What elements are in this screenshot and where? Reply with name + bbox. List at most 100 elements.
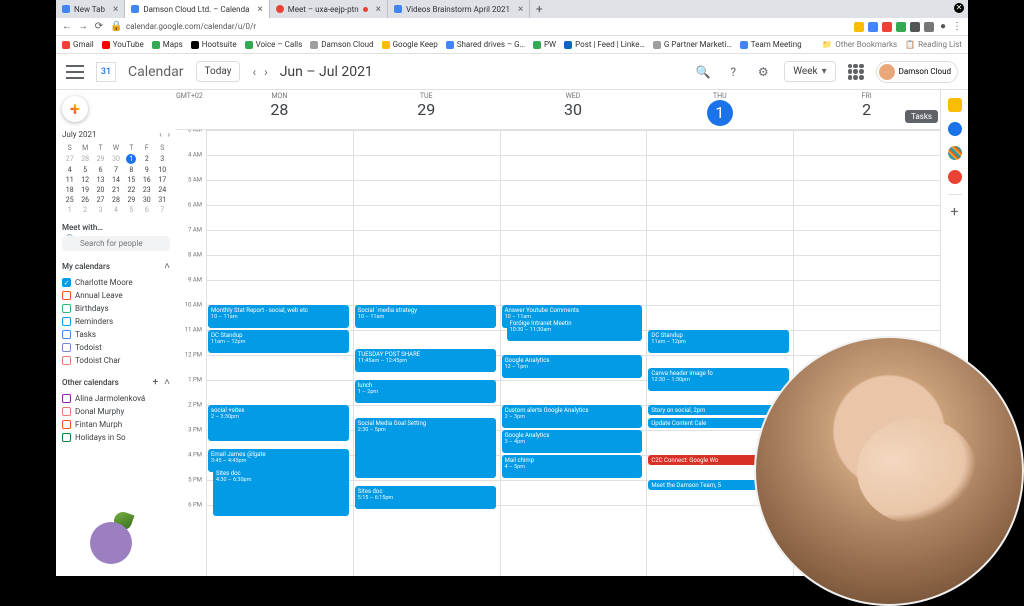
maps-icon[interactable]: [948, 170, 962, 184]
day-column[interactable]: Monthly Stat Report - social, web etc10 …: [206, 130, 353, 576]
mini-day[interactable]: 19: [77, 185, 92, 195]
mini-day[interactable]: 6: [139, 205, 154, 215]
calendar-item[interactable]: Reminders: [62, 315, 170, 328]
mini-day[interactable]: 9: [139, 165, 154, 175]
bookmark-item[interactable]: Maps: [152, 40, 183, 49]
add-calendar-icon[interactable]: +: [153, 377, 159, 388]
calendar-event[interactable]: Sites doc5:15 – 6:15pm: [355, 486, 496, 509]
browser-tab[interactable]: Damson Cloud Ltd. – Calenda×: [125, 0, 269, 18]
other-bookmarks[interactable]: 📁Other Bookmarks: [822, 40, 897, 49]
calendar-event[interactable]: social +sites2 – 3:30pm: [208, 405, 349, 441]
checkbox-icon[interactable]: [62, 291, 71, 300]
create-button[interactable]: +: [62, 96, 88, 122]
browser-tab[interactable]: Videos Brainstorm April 2021×: [388, 0, 530, 18]
mini-day[interactable]: 25: [62, 195, 77, 205]
bookmark-item[interactable]: PW: [533, 40, 556, 49]
checkbox-icon[interactable]: [62, 420, 71, 429]
checkbox-icon[interactable]: [62, 433, 71, 442]
mini-day[interactable]: 11: [62, 175, 77, 185]
calendar-item[interactable]: Todoist: [62, 341, 170, 354]
mini-day[interactable]: 7: [155, 205, 170, 215]
mini-day[interactable]: 1: [62, 205, 77, 215]
browser-tab[interactable]: New Tab×: [56, 0, 125, 18]
checkbox-icon[interactable]: [62, 278, 71, 287]
mini-day[interactable]: 7: [108, 165, 123, 175]
calendar-item[interactable]: Annual Leave: [62, 289, 170, 302]
checkbox-icon[interactable]: [62, 356, 71, 365]
mini-day[interactable]: 27: [62, 153, 77, 165]
bookmark-item[interactable]: Gmail: [62, 40, 94, 49]
calendar-event[interactable]: TUESDAY POST SHARE11:45am – 12:45pm: [355, 349, 496, 372]
bookmark-item[interactable]: Post | Feed | Linke…: [564, 40, 645, 49]
day-column[interactable]: Social `media strategy10 – 11amTUESDAY P…: [353, 130, 500, 576]
mini-day[interactable]: 12: [77, 175, 92, 185]
mini-day[interactable]: 30: [139, 195, 154, 205]
mini-day[interactable]: 2: [139, 153, 154, 165]
new-tab-button[interactable]: +: [530, 2, 548, 16]
bookmark-item[interactable]: G Partner Marketi…: [653, 40, 732, 49]
support-icon[interactable]: ?: [724, 65, 742, 79]
add-addon-icon[interactable]: +: [948, 205, 962, 219]
checkbox-icon[interactable]: [62, 330, 71, 339]
bookmark-item[interactable]: Voice – Calls: [245, 40, 303, 49]
calendar-event[interactable]: Canva header image fo12:30 – 1:30pm: [648, 368, 789, 391]
calendar-item[interactable]: Tasks: [62, 328, 170, 341]
reading-list[interactable]: 📋Reading List: [905, 40, 962, 49]
mini-day[interactable]: 4: [62, 165, 77, 175]
url-text[interactable]: calendar.google.com/calendar/u/0/r: [126, 22, 848, 31]
prev-period-icon[interactable]: ‹: [252, 65, 256, 79]
mini-day[interactable]: 28: [77, 153, 92, 165]
bookmark-item[interactable]: YouTube: [102, 40, 144, 49]
keep-icon[interactable]: [948, 98, 962, 112]
mini-day[interactable]: 4: [108, 205, 123, 215]
view-selector[interactable]: Week ▾: [784, 61, 835, 82]
checkbox-icon[interactable]: [62, 394, 71, 403]
calendar-item[interactable]: Charlotte Moore: [62, 276, 170, 289]
mini-day[interactable]: 13: [93, 175, 108, 185]
tab-close-icon[interactable]: ×: [518, 4, 523, 15]
calendar-item[interactable]: Todoist Char: [62, 354, 170, 367]
search-icon[interactable]: 🔍: [694, 65, 712, 79]
mini-day[interactable]: 29: [124, 195, 139, 205]
mini-calendar[interactable]: SMTWTFS272829301234567891011121314151617…: [62, 143, 170, 215]
mini-day[interactable]: 5: [77, 165, 92, 175]
mini-day[interactable]: 3: [93, 205, 108, 215]
forward-icon[interactable]: →: [78, 21, 88, 32]
mini-day[interactable]: 5: [124, 205, 139, 215]
ext-icon[interactable]: [910, 22, 920, 32]
mini-day[interactable]: 21: [108, 185, 123, 195]
mini-day[interactable]: 28: [108, 195, 123, 205]
next-period-icon[interactable]: ›: [264, 65, 268, 79]
search-people-input[interactable]: [62, 236, 170, 251]
today-button[interactable]: Today: [196, 61, 241, 82]
back-icon[interactable]: ←: [62, 21, 72, 32]
calendar-event[interactable]: Google Analytics12 – 1pm: [502, 355, 643, 378]
bookmark-item[interactable]: Damson Cloud: [310, 40, 373, 49]
ext-icon[interactable]: [854, 22, 864, 32]
day-column[interactable]: Answer Youtube Comments10 – 11amForóige …: [500, 130, 647, 576]
day-header[interactable]: THU1: [646, 90, 793, 129]
mini-day[interactable]: 22: [124, 185, 139, 195]
tasks-icon[interactable]: [948, 122, 962, 136]
calendar-item[interactable]: Birthdays: [62, 302, 170, 315]
mini-day[interactable]: 1: [124, 153, 139, 165]
mini-day[interactable]: 10: [155, 165, 170, 175]
calendar-event[interactable]: DC Standup11am – 12pm: [648, 330, 789, 353]
calendar-event[interactable]: Social Media Goal Setting2:30 – 5pm: [355, 418, 496, 479]
mini-day[interactable]: 18: [62, 185, 77, 195]
calendar-event[interactable]: Mail chimp4 – 5pm: [502, 455, 643, 478]
mini-day[interactable]: 29: [93, 153, 108, 165]
calendar-item[interactable]: Alina Jarmolenková: [62, 392, 170, 405]
mini-day[interactable]: 27: [93, 195, 108, 205]
ext-icon[interactable]: [882, 22, 892, 32]
menu-icon[interactable]: ⋮: [952, 21, 962, 32]
ext-icon[interactable]: [868, 22, 878, 32]
checkbox-icon[interactable]: [62, 304, 71, 313]
ext-icon[interactable]: [924, 22, 934, 32]
tab-close-icon[interactable]: ×: [257, 4, 262, 15]
chevron-up-icon[interactable]: ˄: [164, 261, 170, 272]
day-header[interactable]: TUE29: [353, 90, 500, 129]
checkbox-icon[interactable]: [62, 317, 71, 326]
calendar-event[interactable]: Foróige Intranet Meetin10:30 – 11:30am: [507, 318, 643, 341]
bookmark-item[interactable]: Team Meeting: [740, 40, 802, 49]
